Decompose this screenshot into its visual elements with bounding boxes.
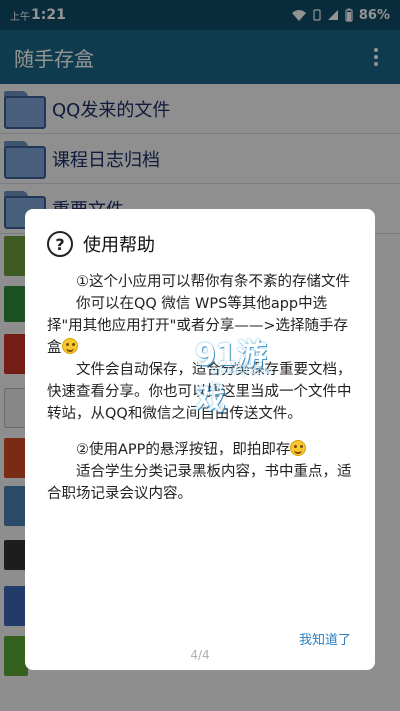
watermark-url: 91danji.com: [211, 366, 273, 377]
help-paragraph: ①这个小应用可以帮你有条不紊的存储文件: [76, 274, 350, 290]
dialog-footer: 我知道了: [299, 629, 351, 648]
help-paragraph: 适合学生分类记录黑板内容，书中重点，适合职场记录会议内容。: [47, 464, 352, 502]
help-icon: ?: [47, 231, 73, 257]
smile-emoji-icon: [61, 338, 78, 354]
help-dialog: ? 使用帮助 ①这个小应用可以帮你有条不紊的存储文件 你可以在QQ 微信 WPS…: [25, 209, 375, 670]
dialog-header: ? 使用帮助: [47, 231, 353, 257]
got-it-button[interactable]: 我知道了: [299, 629, 351, 648]
site-watermark-logo: 91游戏 91danji.com: [195, 330, 295, 417]
dialog-title: 使用帮助: [83, 235, 155, 256]
smile-emoji-icon: [290, 440, 307, 456]
help-paragraph: ②使用APP的悬浮按钮，即拍即存: [47, 439, 353, 461]
page-indicator: 4/4: [190, 648, 210, 662]
